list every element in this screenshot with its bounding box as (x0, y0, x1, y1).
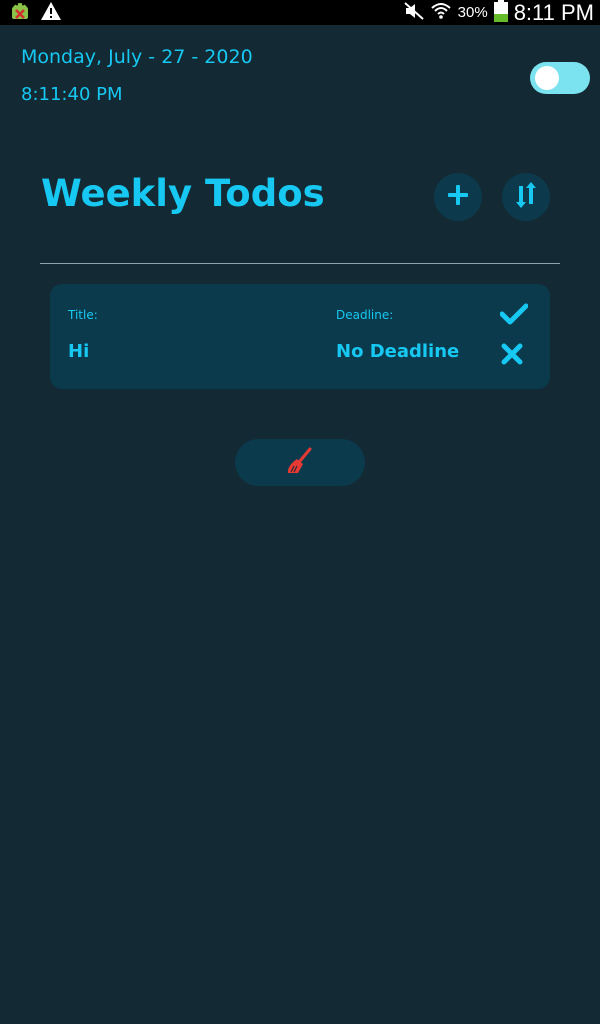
toggle-knob (535, 66, 559, 90)
add-todo-button[interactable] (434, 173, 482, 221)
status-bar: 30% 8:11 PM (0, 0, 600, 25)
status-time: 8:11 PM (513, 0, 594, 25)
complete-todo-button[interactable] (499, 301, 529, 331)
sort-icon (515, 182, 537, 212)
wifi-icon (430, 2, 452, 24)
divider (40, 263, 560, 264)
delete-todo-button[interactable] (497, 341, 527, 371)
clear-todos-button[interactable] (235, 439, 365, 486)
current-date: Monday, July - 27 - 2020 (21, 46, 253, 68)
page-title: Weekly Todos (41, 172, 325, 215)
sort-button[interactable] (502, 173, 550, 221)
current-time: 8:11:40 PM (21, 84, 123, 105)
close-icon (501, 343, 523, 369)
theme-toggle[interactable] (530, 62, 590, 94)
todo-title: Hi (68, 341, 90, 362)
status-right: 30% 8:11 PM (403, 0, 594, 26)
plus-icon (447, 184, 469, 210)
battery-icon (493, 0, 508, 26)
warning-icon (40, 1, 62, 25)
status-left (8, 0, 62, 26)
todo-deadline: No Deadline (336, 341, 460, 362)
broom-icon (285, 446, 315, 480)
title-label: Title: (68, 308, 98, 322)
check-icon (499, 303, 529, 329)
android-debug-icon (8, 0, 32, 26)
deadline-label: Deadline: (336, 308, 394, 322)
todo-card: Title: Hi Deadline: No Deadline (50, 284, 550, 389)
mute-icon (403, 1, 424, 24)
battery-percent: 30% (457, 4, 488, 21)
